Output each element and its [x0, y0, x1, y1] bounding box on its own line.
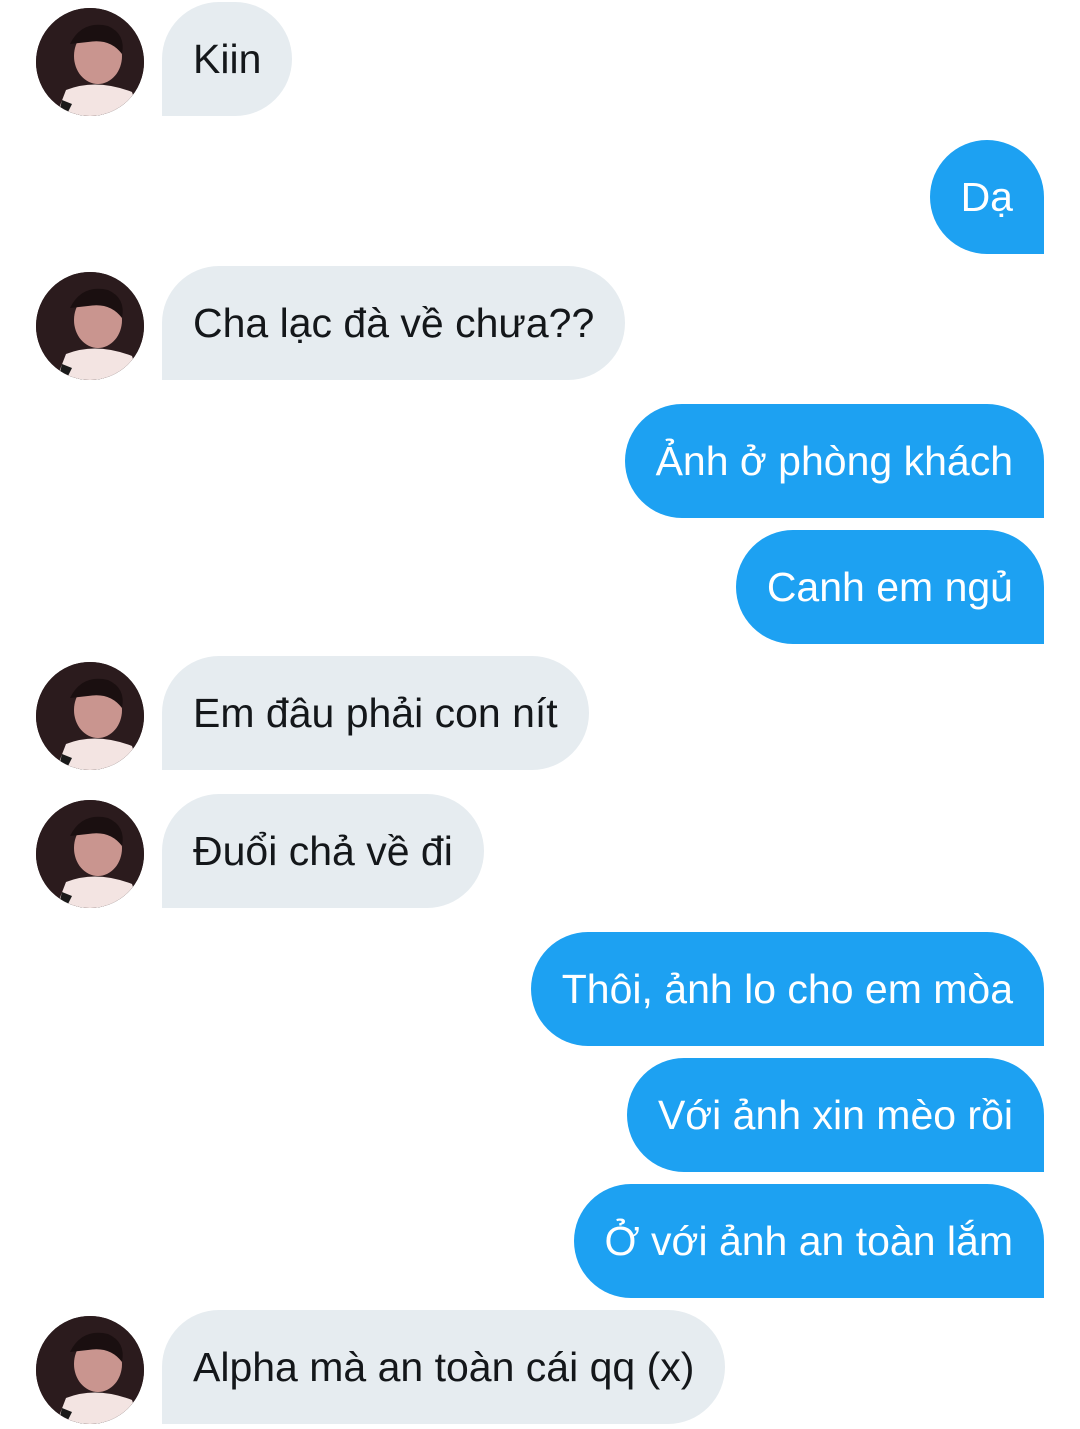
message-bubble-incoming[interactable]: Đuổi chả về đi [162, 794, 484, 908]
contact-avatar[interactable] [36, 272, 144, 380]
message-bubble-outgoing[interactable]: Dạ [929, 140, 1044, 254]
avatar-photo-icon [36, 8, 144, 116]
message-bubble-outgoing[interactable]: Thôi, ảnh lo cho em mòa [530, 932, 1044, 1046]
contact-avatar[interactable] [36, 800, 144, 908]
message-bubble-incoming[interactable]: Em đâu phải con nít [162, 656, 589, 770]
avatar-photo-icon [36, 272, 144, 380]
avatar-photo-icon [36, 1316, 144, 1424]
avatar-photo-icon [36, 662, 144, 770]
message-bubble-outgoing[interactable]: Ở với ảnh an toàn lắm [573, 1184, 1044, 1298]
message-bubble-outgoing[interactable]: Với ảnh xin mèo rồi [626, 1058, 1044, 1172]
contact-avatar[interactable] [36, 1316, 144, 1424]
message-bubble-incoming[interactable]: Alpha mà an toàn cái qq (x) [162, 1310, 726, 1424]
contact-avatar[interactable] [36, 662, 144, 770]
message-bubble-outgoing[interactable]: Canh em ngủ [735, 530, 1044, 644]
contact-avatar[interactable] [36, 8, 144, 116]
avatar-photo-icon [36, 800, 144, 908]
message-bubble-incoming[interactable]: Kiin [162, 2, 293, 116]
message-bubble-incoming[interactable]: Cha lạc đà về chưa?? [162, 266, 626, 380]
message-bubble-outgoing[interactable]: Ảnh ở phòng khách [624, 404, 1044, 518]
